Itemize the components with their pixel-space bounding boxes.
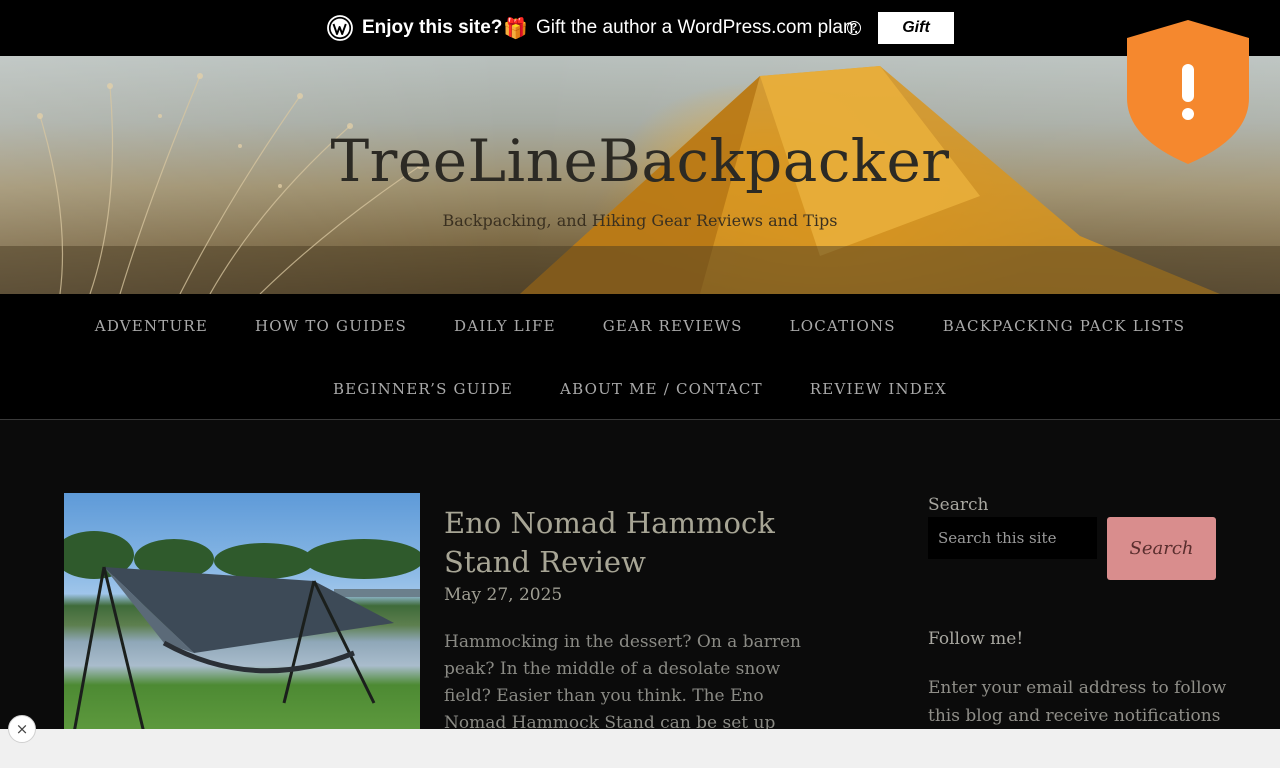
security-shield-icon[interactable] [1127,20,1249,164]
search-button[interactable]: Search [1107,517,1216,580]
nav-item-how-to-guides[interactable]: HOW TO GUIDES [255,316,407,336]
promo-bar: Enjoy this site? 🎁 Gift the author a Wor… [0,0,1280,56]
nav-item-locations[interactable]: LOCATIONS [790,316,896,336]
post-date[interactable]: May 27, 2025 [444,583,562,607]
wordpress-logo-icon [327,15,353,41]
site-tagline: Backpacking, and Hiking Gear Reviews and… [442,211,838,230]
header-image: TreeLineBackpacker Backpacking, and Hiki… [0,56,1280,294]
nav-item-about-contact[interactable]: ABOUT ME / CONTACT [560,379,763,399]
gift-button[interactable]: Gift [878,12,954,44]
search-input[interactable] [928,517,1097,559]
promo-headline: Enjoy this site? [362,17,503,38]
nav-item-adventure[interactable]: ADVENTURE [95,316,208,336]
nav-item-beginners-guide[interactable]: BEGINNER’S GUIDE [333,379,513,399]
follow-widget-title: Follow me! [928,629,1024,649]
promo-text: Gift the author a WordPress.com plan. [536,17,859,38]
nav-item-daily-life[interactable]: DAILY LIFE [454,316,556,336]
gift-icon: 🎁 [503,16,528,40]
nav-item-gear-reviews[interactable]: GEAR REVIEWS [603,316,743,336]
nav-row-1: ADVENTURE HOW TO GUIDES DAILY LIFE GEAR … [0,316,1280,336]
search-widget-title: Search [928,495,989,515]
bottom-ad-banner [0,729,1280,768]
follow-widget-text: Enter your email address to follow this … [928,678,1227,726]
help-icon[interactable]: ? [847,21,861,35]
hammock-stand-photo [64,531,420,733]
main-navigation: ADVENTURE HOW TO GUIDES DAILY LIFE GEAR … [0,294,1280,420]
close-ad-button[interactable]: × [8,715,36,743]
nav-row-2: BEGINNER’S GUIDE ABOUT ME / CONTACT REVI… [0,379,1280,399]
post-thumbnail[interactable] [64,493,420,733]
site-title[interactable]: TreeLineBackpacker [0,126,1280,196]
nav-item-backpacking-pack-lists[interactable]: BACKPACKING PACK LISTS [943,316,1185,336]
nav-item-review-index[interactable]: REVIEW INDEX [810,379,947,399]
post-title[interactable]: Eno Nomad Hammock Stand Review [444,504,824,582]
